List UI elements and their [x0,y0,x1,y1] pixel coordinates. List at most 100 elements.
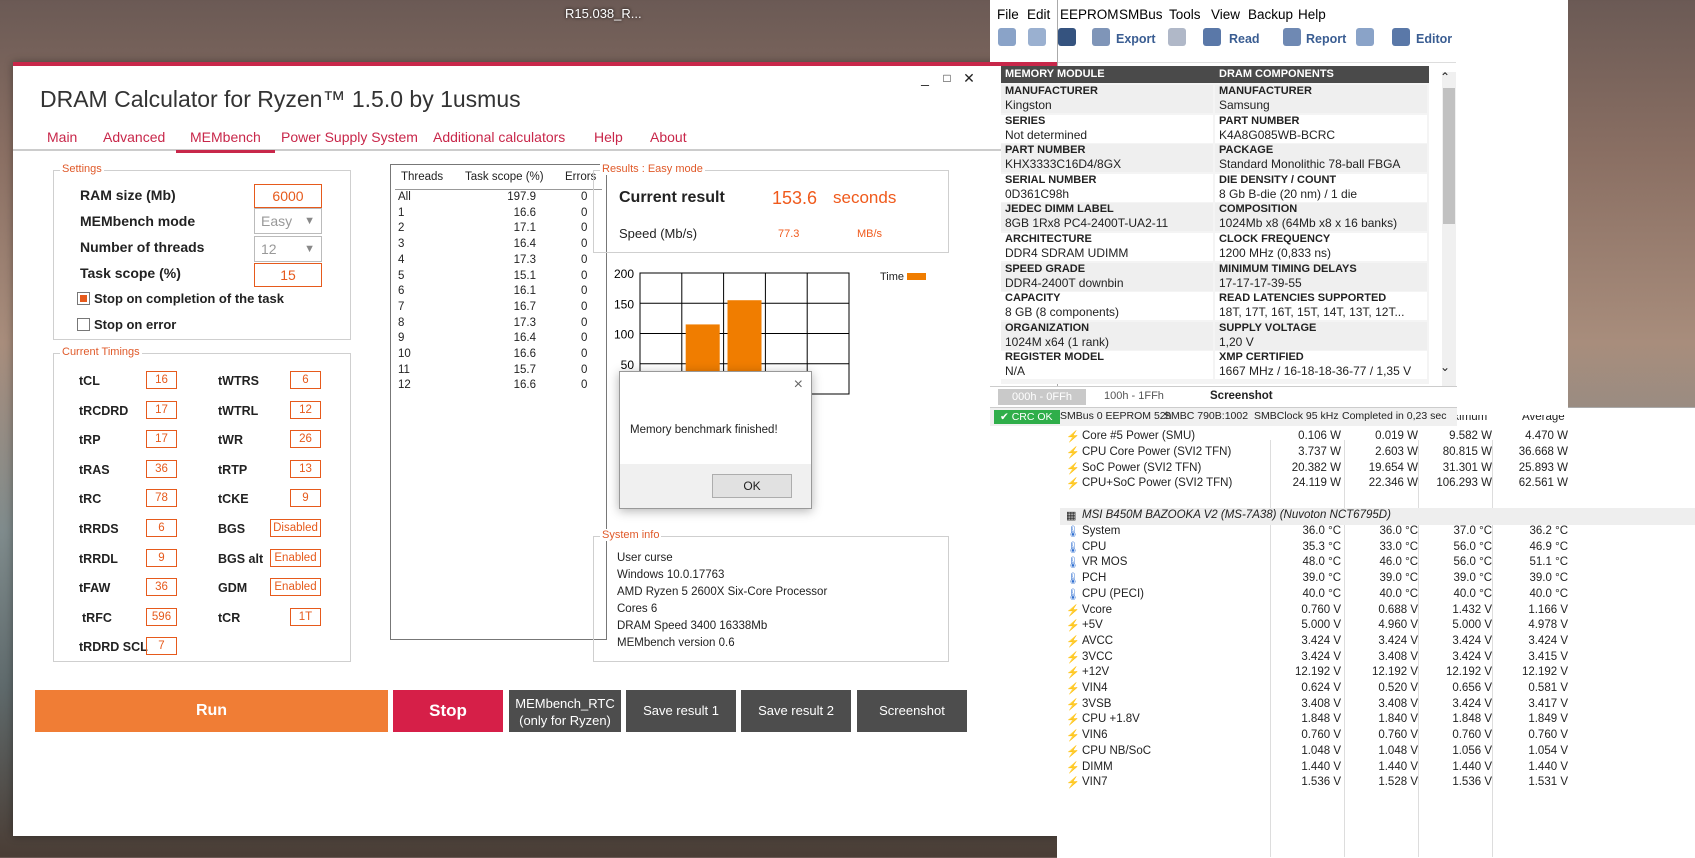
sensor-value: 1.848 V [1452,713,1492,726]
settings-icon[interactable] [998,28,1016,46]
timing-value[interactable]: 6 [290,371,321,389]
tab-100h[interactable]: 100h - 1FFh [1104,390,1164,402]
timing-value[interactable]: 7 [146,637,177,656]
menu-help[interactable]: Help [1298,7,1326,22]
sensor-row[interactable]: 🌡 CPU (PECI) 40.0 °C 40.0 °C 40.0 °C 40.0 °C [1060,587,1695,604]
menu-eeprom[interactable]: EEPROM [1060,7,1119,22]
timing-value[interactable]: 16 [146,371,177,389]
maximize-button[interactable]: □ [935,71,959,85]
sensor-row[interactable]: 🌡 CPU 35.3 °C 33.0 °C 56.0 °C 46.9 °C [1060,540,1695,557]
export-icon[interactable] [1092,28,1110,46]
dialog-ok-button[interactable]: OK [712,474,792,498]
sensor-row[interactable]: ⚡ 3VCC 3.424 V 3.408 V 3.424 V 3.415 V [1060,650,1695,667]
sensor-row[interactable]: 🌡 PCH 39.0 °C 39.0 °C 39.0 °C 39.0 °C [1060,571,1695,588]
board-header-row[interactable]: ▦ MSI B450M BAZOOKA V2 (MS-7A38) (Nuvoton… [1060,508,1695,525]
sensor-row[interactable]: ⚡ CPU+SoC Power (SVI2 TFN) 24.119 W 22.346 … [1060,476,1695,493]
editor-icon[interactable] [1392,28,1410,46]
sensor-row[interactable]: ⚡ 3VSB 3.408 V 3.408 V 3.424 V 3.417 V [1060,697,1695,714]
timing-value[interactable]: Disabled [270,519,321,537]
tab-help[interactable]: Help [594,129,623,145]
save-icon[interactable] [1058,28,1076,46]
tab-membench[interactable]: MEMbench [176,129,275,153]
scroll-down-icon[interactable]: ⌄ [1440,360,1450,374]
sensor-value: 1.440 V [1452,760,1492,773]
stop-error-checkbox[interactable] [77,318,90,331]
spd-field-key: REGISTER MODEL [1005,351,1105,364]
sensor-row[interactable]: ⚡ AVCC 3.424 V 3.424 V 3.424 V 3.424 V [1060,634,1695,651]
open-icon[interactable] [1028,28,1046,46]
sensor-row[interactable]: ⚡ SoC Power (SVI2 TFN) 20.382 W 19.654 W 31.… [1060,461,1695,478]
sensor-row[interactable]: ⚡ Vcore 0.760 V 0.688 V 1.432 V 1.166 V [1060,603,1695,620]
menu-tools[interactable]: Tools [1169,7,1201,22]
timing-value[interactable]: 36 [146,459,177,478]
minimize-button[interactable]: _ [913,70,937,86]
tab-additional[interactable]: Additional calculators [433,129,565,145]
timing-value[interactable]: Enabled [270,578,321,597]
membench-rtc-button[interactable]: MEMbench_RTC (only for Ryzen) [509,690,621,732]
run-button[interactable]: Run [35,690,388,732]
timing-value[interactable]: 36 [146,578,177,597]
timing-value[interactable]: 17 [146,430,177,449]
wrench-icon[interactable] [1356,28,1374,46]
timing-value[interactable]: 6 [146,519,177,537]
menu-backup[interactable]: Backup [1248,7,1293,22]
sensor-row[interactable]: 🌡 VR MOS 48.0 °C 46.0 °C 56.0 °C 51.1 °C [1060,555,1695,572]
timing-value[interactable]: 9 [146,548,177,567]
read-icon[interactable] [1203,28,1221,46]
timing-value[interactable]: 26 [290,430,321,449]
sensor-row[interactable]: 🌡 System 36.0 °C 36.0 °C 37.0 °C 36.2 °C [1060,524,1695,541]
tab-about[interactable]: About [650,129,687,145]
toolbar-report[interactable]: Report [1306,32,1346,46]
sensor-row[interactable]: ⚡ +12V 12.192 V 12.192 V 12.192 V 12.192 V [1060,665,1695,682]
save-result-1-button[interactable]: Save result 1 [626,690,736,732]
close-button[interactable]: ✕ [957,70,981,87]
sensor-row[interactable]: ⚡ CPU NB/SoC 1.048 V 1.048 V 1.056 V 1.054 V [1060,744,1695,761]
sensor-row[interactable]: ⚡ VIN4 0.624 V 0.520 V 0.656 V 0.581 V [1060,681,1695,698]
screenshot-button[interactable]: Screenshot [857,690,967,732]
timing-value[interactable]: 1T [290,607,321,626]
toolbar-export[interactable]: Export [1116,32,1156,46]
scroll-up-icon[interactable]: ⌃ [1440,70,1450,84]
toolbar-read[interactable]: Read [1229,32,1260,46]
stop-button[interactable]: Stop [393,690,503,732]
sensor-row[interactable]: ⚡ VIN6 0.760 V 0.760 V 0.760 V 0.760 V [1060,728,1695,745]
tab-screenshot[interactable]: Screenshot [1210,390,1273,402]
timing-value[interactable]: 13 [290,459,321,478]
tab-advanced[interactable]: Advanced [103,129,165,145]
menu-smbus[interactable]: SMBus [1119,7,1163,22]
sensor-row[interactable]: ⚡ DIMM 1.440 V 1.440 V 1.440 V 1.440 V [1060,760,1695,777]
dialog-close-icon[interactable]: × [794,376,803,394]
ram-size-input[interactable]: 6000 [254,184,322,208]
tab-000h[interactable]: 000h - 0FFh [998,389,1086,405]
sensor-row[interactable]: ⚡ CPU +1.8V 1.848 V 1.840 V 1.848 V 1.849 V [1060,712,1695,729]
sensor-row[interactable]: ⚡ CPU Core Power (SVI2 TFN) 3.737 W 2.603 W… [1060,445,1695,462]
menu-file[interactable]: File [997,7,1019,22]
sensor-name: VIN4 [1082,682,1108,694]
menu-edit[interactable]: Edit [1027,7,1050,22]
timing-value[interactable]: 9 [290,489,321,508]
lock-icon[interactable] [1168,28,1186,46]
threads-select[interactable]: 12 ▼ [254,236,322,262]
sensor-row[interactable]: ⚡ +5V 5.000 V 4.960 V 5.000 V 4.978 V [1060,618,1695,635]
sensor-value: 33.0 °C [1379,540,1418,553]
menu-view[interactable]: View [1211,7,1240,22]
sensor-row[interactable]: ⚡ Core #5 Power (SMU) 0.106 W 0.019 W 9.582 … [1060,429,1695,446]
toolbar-editor[interactable]: Editor [1416,32,1452,46]
report-icon[interactable] [1283,28,1301,46]
timing-value[interactable]: 78 [146,489,177,508]
tab-power-supply[interactable]: Power Supply System [281,129,418,145]
task-scope-input[interactable]: 15 [254,263,322,287]
speed-unit: MB/s [857,228,883,240]
sensor-row[interactable]: ⚡ VIN7 1.536 V 1.528 V 1.536 V 1.531 V [1060,775,1695,792]
timing-value[interactable]: 17 [146,400,177,419]
power-icon: ⚡ [1066,478,1080,491]
timing-value[interactable]: 12 [290,400,321,419]
sensor-value: 1.440 V [1378,760,1418,773]
scrollbar-thumb[interactable] [1443,88,1455,224]
save-result-2-button[interactable]: Save result 2 [741,690,851,732]
tab-main[interactable]: Main [47,129,77,145]
timing-value[interactable]: Enabled [270,548,321,567]
timing-value[interactable]: 596 [146,607,177,626]
membench-mode-select[interactable]: Easy ▼ [254,208,322,234]
stop-completion-checkbox[interactable] [77,292,90,305]
